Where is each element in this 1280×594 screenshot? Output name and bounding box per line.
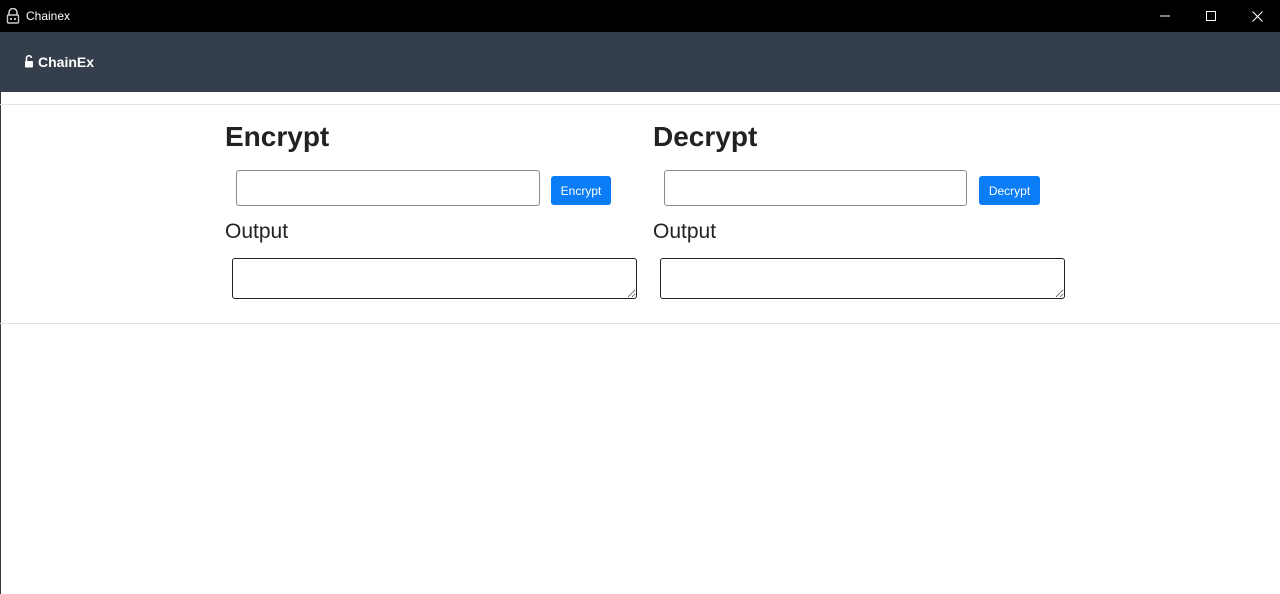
decrypt-output-heading: Output	[653, 220, 717, 243]
left-border	[0, 92, 1, 594]
close-button[interactable]	[1234, 0, 1280, 32]
bottom-divider	[0, 323, 1280, 324]
encrypt-input[interactable]	[236, 170, 540, 206]
decrypt-output-textarea[interactable]	[660, 258, 1065, 299]
navbar: ChainEx	[0, 32, 1280, 92]
decrypt-heading: Decrypt	[653, 121, 758, 152]
brand-link[interactable]: ChainEx	[24, 54, 94, 70]
minimize-button[interactable]	[1142, 0, 1188, 32]
close-icon	[1251, 10, 1263, 22]
encrypt-output-textarea[interactable]	[232, 258, 637, 299]
window-title: Chainex	[26, 9, 71, 23]
encrypt-heading: Encrypt	[225, 121, 330, 152]
maximize-button[interactable]	[1188, 0, 1234, 32]
top-divider	[0, 104, 1280, 105]
decrypt-input[interactable]	[664, 170, 967, 206]
encrypt-output-heading: Output	[225, 220, 289, 243]
maximize-icon	[1206, 11, 1216, 21]
minimize-icon	[1160, 15, 1170, 17]
decrypt-button[interactable]: Decrypt	[979, 176, 1040, 205]
encrypt-button[interactable]: Encrypt	[551, 176, 611, 205]
brand-name: ChainEx	[38, 54, 95, 70]
unlocked-padlock-icon	[25, 54, 33, 67]
padlock-icon	[6, 8, 20, 24]
window-titlebar[interactable]: Chainex	[0, 0, 1280, 32]
